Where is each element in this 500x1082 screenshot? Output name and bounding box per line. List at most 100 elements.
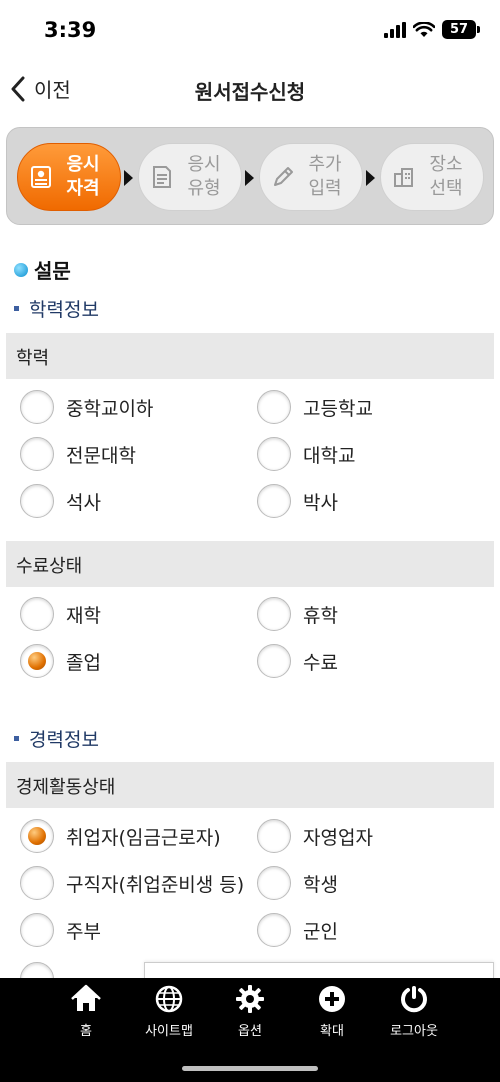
radio-label: 석사 [66, 491, 101, 514]
radio-employment-3[interactable]: 학생 [257, 866, 338, 900]
radio-circle[interactable] [20, 597, 54, 631]
radio-label: 주부 [66, 920, 101, 943]
signal-icon [384, 21, 406, 38]
group-label-completion: 수료상태 [6, 541, 494, 587]
survey-title: 설문 [34, 259, 71, 283]
step-progress: 응시 자격 응시 유형 추가 입력 장소 선택 [6, 127, 494, 225]
radio-education-2[interactable]: 전문대학 [20, 437, 136, 471]
nav-bar: 이전 원서접수신청 [0, 56, 500, 122]
radio-label: 구직자(취업준비생 등) [66, 873, 245, 896]
radio-label: 휴학 [303, 604, 338, 627]
tab-options[interactable]: 옵션 [205, 984, 295, 1039]
radio-completion-2[interactable]: 졸업 [20, 644, 101, 678]
step-exam-type[interactable]: 응시 유형 [138, 143, 242, 211]
radio-education-3[interactable]: 대학교 [257, 437, 355, 471]
step-location[interactable]: 장소 선택 [380, 143, 484, 211]
radio-education-5[interactable]: 박사 [257, 484, 338, 518]
radio-circle[interactable] [20, 437, 54, 471]
group-label-employment: 경제활동상태 [6, 762, 494, 808]
tab-home[interactable]: 홈 [41, 984, 131, 1039]
step-additional-input[interactable]: 추가 입력 [259, 143, 363, 211]
radio-label: 취업자(임금근로자) [66, 826, 221, 849]
tab-label: 사이트맵 [145, 1024, 193, 1039]
battery-icon: 57 [442, 20, 480, 39]
radio-circle[interactable] [20, 913, 54, 947]
radio-selected-dot [28, 652, 46, 670]
radio-circle[interactable] [257, 390, 291, 424]
section-title: 경력정보 [29, 729, 99, 751]
radio-selected-dot [28, 827, 46, 845]
survey-heading: 설문 [14, 255, 71, 284]
radio-label: 중학교이하 [66, 397, 154, 420]
step-label: 응시 자격 [66, 154, 100, 199]
status-time: 3:39 [44, 18, 97, 42]
tab-zoom[interactable]: 확대 [287, 984, 377, 1039]
radio-circle[interactable] [257, 597, 291, 631]
tab-sitemap[interactable]: 사이트맵 [124, 984, 214, 1039]
radio-circle[interactable] [20, 866, 54, 900]
radio-label: 수료 [303, 651, 338, 674]
radio-circle[interactable] [20, 390, 54, 424]
zoom-plus-icon [319, 986, 345, 1012]
radio-label: 재학 [66, 604, 101, 627]
page-title: 원서접수신청 [194, 80, 306, 104]
radio-completion-0[interactable]: 재학 [20, 597, 101, 631]
square-bullet-icon [14, 306, 19, 311]
step-label: 추가 입력 [308, 154, 342, 199]
radio-circle[interactable] [20, 484, 54, 518]
step-label: 응시 유형 [187, 154, 221, 199]
radio-circle[interactable] [257, 819, 291, 853]
home-icon [71, 984, 101, 1011]
home-indicator[interactable] [182, 1066, 318, 1071]
radio-label: 전문대학 [66, 444, 136, 467]
tab-label: 옵션 [238, 1024, 262, 1039]
globe-icon [155, 985, 183, 1013]
square-bullet-icon [14, 736, 19, 741]
section-career-info: 경력정보 [14, 725, 99, 752]
radio-label: 학생 [303, 873, 338, 896]
step-label: 장소 선택 [429, 154, 463, 199]
step-arrow [366, 170, 375, 186]
logout-icon [401, 986, 427, 1013]
tab-label: 확대 [320, 1024, 344, 1039]
radio-employment-1[interactable]: 자영업자 [257, 819, 373, 853]
radio-label: 자영업자 [303, 826, 373, 849]
tab-label: 홈 [80, 1024, 92, 1039]
radio-circle[interactable] [257, 644, 291, 678]
step-arrow [124, 170, 133, 186]
status-bar: 3:39 57 [0, 0, 500, 56]
wifi-icon [413, 21, 435, 37]
radio-label: 군인 [303, 920, 338, 943]
radio-completion-3[interactable]: 수료 [257, 644, 338, 678]
radio-education-1[interactable]: 고등학교 [257, 390, 373, 424]
radio-employment-4[interactable]: 주부 [20, 913, 101, 947]
pencil-icon [274, 167, 293, 186]
document-icon [153, 166, 171, 188]
radio-completion-1[interactable]: 휴학 [257, 597, 338, 631]
radio-label: 졸업 [66, 651, 101, 674]
bottom-tab-bar: 홈 사이트맵 옵션 확대 로그아웃 [0, 978, 500, 1082]
group-label-education: 학력 [6, 333, 494, 379]
radio-education-4[interactable]: 석사 [20, 484, 101, 518]
radio-circle[interactable] [257, 913, 291, 947]
radio-circle[interactable] [257, 437, 291, 471]
radio-label: 고등학교 [303, 397, 373, 420]
building-icon [394, 168, 413, 187]
tab-label: 로그아웃 [390, 1024, 438, 1039]
radio-circle[interactable] [257, 866, 291, 900]
radio-employment-0[interactable]: 취업자(임금근로자) [20, 819, 221, 853]
step-eligibility[interactable]: 응시 자격 [17, 143, 121, 211]
radio-education-0[interactable]: 중학교이하 [20, 390, 153, 424]
blue-dot-icon [14, 262, 28, 277]
gear-icon [236, 985, 264, 1013]
radio-circle-selected[interactable] [20, 644, 54, 678]
section-education-info: 학력정보 [14, 295, 99, 322]
app-screen: 3:39 57 이전 원서접수신청 응시 자격 응시 유형 추가 입력 장소 선… [0, 0, 500, 1082]
radio-employment-5[interactable]: 군인 [257, 913, 338, 947]
tab-logout[interactable]: 로그아웃 [369, 984, 459, 1039]
step-arrow [245, 170, 254, 186]
radio-circle-selected[interactable] [20, 819, 54, 853]
radio-employment-2[interactable]: 구직자(취업준비생 등) [20, 866, 244, 900]
radio-circle[interactable] [257, 484, 291, 518]
radio-label: 대학교 [303, 444, 356, 467]
